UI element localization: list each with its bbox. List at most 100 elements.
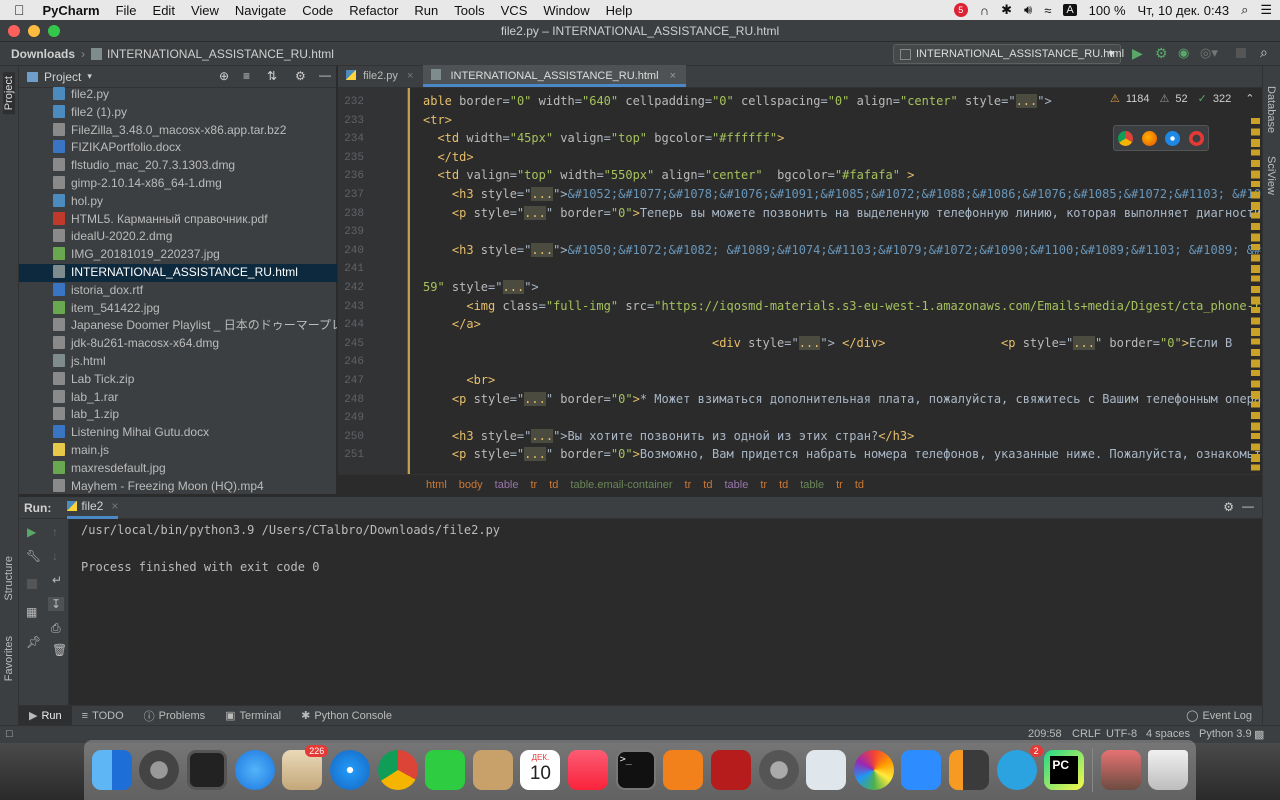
warning-marker[interactable] bbox=[1251, 149, 1260, 156]
print-icon[interactable]: ⎙ bbox=[51, 621, 61, 636]
coverage-icon[interactable]: ◉ bbox=[1178, 45, 1189, 61]
telegram-icon[interactable]: 2 bbox=[996, 745, 1043, 790]
menu-edit[interactable]: Edit bbox=[145, 3, 183, 18]
project-file-item[interactable]: main.js bbox=[19, 442, 337, 460]
profile-icon[interactable]: ◎▾ bbox=[1200, 45, 1218, 61]
tab-international-html[interactable]: INTERNATIONAL_ASSISTANCE_RU.html × bbox=[423, 65, 687, 87]
tab-file2-py[interactable]: file2.py × bbox=[338, 65, 423, 87]
menu-file[interactable]: File bbox=[108, 3, 145, 18]
spotlight-icon[interactable]: ⌕ bbox=[1241, 2, 1248, 18]
close-window-icon[interactable] bbox=[8, 25, 20, 37]
warning-marker[interactable] bbox=[1251, 370, 1260, 376]
menu-navigate[interactable]: Navigate bbox=[227, 3, 294, 18]
warning-marker[interactable] bbox=[1251, 464, 1260, 471]
project-file-item[interactable]: Listening Mihai Gutu.docx bbox=[19, 424, 337, 442]
project-file-item[interactable]: file2 (1).py bbox=[19, 104, 337, 122]
warning-marker[interactable] bbox=[1251, 412, 1260, 419]
run-config-select[interactable]: INTERNATIONAL_ASSISTANCE_RU.html ▾ bbox=[893, 44, 1124, 64]
menu-view[interactable]: View bbox=[183, 3, 227, 18]
warning-marker[interactable] bbox=[1251, 443, 1260, 451]
project-file-item[interactable]: FIZIKAPortfolio.docx bbox=[19, 139, 337, 157]
event-log-button[interactable]: ◯ Event Log bbox=[1186, 709, 1252, 723]
photos-icon[interactable] bbox=[853, 750, 894, 790]
safari-icon[interactable] bbox=[329, 750, 370, 790]
project-file-item[interactable]: file2.py bbox=[19, 86, 337, 104]
sublime-text-icon[interactable] bbox=[949, 750, 990, 790]
tool-tab-run[interactable]: ▶ Run bbox=[19, 705, 72, 726]
close-tab-icon[interactable]: × bbox=[407, 70, 413, 82]
breadcrumb-item[interactable]: html bbox=[426, 479, 447, 491]
project-file-item[interactable]: HTML5. Карманный справочник.pdf bbox=[19, 211, 337, 229]
downloads-stack-icon[interactable] bbox=[1100, 750, 1141, 790]
structure-tool-button[interactable]: Structure bbox=[3, 556, 15, 601]
warning-marker[interactable] bbox=[1251, 212, 1260, 219]
line-separator[interactable]: CRLF bbox=[1072, 728, 1101, 740]
python-interpreter[interactable]: Python 3.9 bbox=[1199, 728, 1252, 740]
settings-gear-icon[interactable]: ⚙ bbox=[295, 69, 306, 83]
zoom-icon[interactable] bbox=[901, 750, 942, 790]
close-tab-icon[interactable]: × bbox=[670, 70, 676, 82]
chevron-down-icon[interactable]: ▾ bbox=[87, 71, 92, 82]
settings-gear-icon[interactable]: ⚙ bbox=[1223, 500, 1234, 514]
warning-marker[interactable] bbox=[1251, 307, 1260, 313]
project-file-item[interactable]: lab_1.rar bbox=[19, 389, 337, 407]
breadcrumb-item[interactable]: tr bbox=[685, 479, 692, 491]
project-file-item[interactable]: idealU-2020.2.dmg bbox=[19, 228, 337, 246]
clock[interactable]: Чт, 10 дек. 0:43 bbox=[1138, 3, 1230, 18]
tool-tab-terminal[interactable]: ▣ Terminal bbox=[215, 706, 291, 726]
close-tab-icon[interactable]: × bbox=[111, 499, 118, 513]
warning-marker[interactable] bbox=[1251, 401, 1260, 408]
music-icon[interactable] bbox=[568, 750, 609, 790]
menu-code[interactable]: Code bbox=[294, 3, 341, 18]
breadcrumb-item[interactable]: td bbox=[855, 479, 864, 491]
tool-tab-todo[interactable]: ≡ TODO bbox=[72, 706, 134, 726]
calendar-icon[interactable]: ДЕК. 10 bbox=[520, 750, 561, 790]
trash-icon[interactable]: 🗑︎ bbox=[52, 643, 67, 657]
run-icon[interactable]: ▶ bbox=[1132, 45, 1143, 62]
warning-marker[interactable] bbox=[1251, 454, 1260, 462]
inspection-widget[interactable]: ⚠ 1184 ⚠ 52 ✓ 322 ⌃ ⌄ bbox=[1110, 92, 1276, 106]
notification-badge-icon[interactable]: 5 bbox=[953, 3, 968, 17]
lock-icon[interactable]: ▩ bbox=[1254, 728, 1264, 741]
indent-setting[interactable]: 4 spaces bbox=[1146, 728, 1190, 740]
warning-marker[interactable] bbox=[1251, 233, 1260, 242]
terminal-icon[interactable]: >_ bbox=[615, 750, 656, 790]
collapse-all-icon[interactable]: ⇅ bbox=[267, 69, 277, 83]
finder-icon[interactable] bbox=[91, 750, 132, 790]
project-file-item[interactable]: Mayhem - Freezing Moon (HQ).mp4 bbox=[19, 478, 337, 496]
expand-all-icon[interactable]: ≡ bbox=[243, 69, 250, 83]
wifi-icon[interactable]: ≈ bbox=[1044, 3, 1051, 18]
project-file-item[interactable]: INTERNATIONAL_ASSISTANCE_RU.html bbox=[19, 263, 337, 282]
warning-marker[interactable] bbox=[1251, 128, 1260, 136]
caret-position[interactable]: 209:58 bbox=[1028, 728, 1062, 740]
pycharm-icon[interactable]: PC bbox=[1044, 750, 1085, 790]
nav-crumb-downloads[interactable]: Downloads bbox=[0, 47, 75, 61]
volume-icon[interactable]: 🔊︎ bbox=[1024, 2, 1032, 18]
warning-marker[interactable] bbox=[1251, 317, 1260, 325]
locate-icon[interactable]: ⊕ bbox=[219, 69, 229, 83]
mail-icon[interactable]: 226 bbox=[282, 745, 329, 790]
books-icon[interactable] bbox=[663, 750, 704, 790]
project-file-item[interactable]: jdk-8u261-macosx-x64.dmg bbox=[19, 335, 337, 353]
rerun-icon[interactable]: ▶ bbox=[27, 525, 36, 539]
warning-marker[interactable] bbox=[1251, 139, 1260, 147]
photo-booth-icon[interactable] bbox=[710, 750, 751, 790]
warning-marker[interactable] bbox=[1251, 359, 1260, 368]
safari-icon[interactable] bbox=[1165, 130, 1181, 146]
apple-menu-icon[interactable]:  bbox=[0, 2, 35, 18]
panel-toggle-icon[interactable]: □ bbox=[6, 728, 13, 740]
breadcrumb-item[interactable]: tr bbox=[531, 479, 538, 491]
sciview-tool-button[interactable]: SciView bbox=[1265, 156, 1277, 195]
menu-app-name[interactable]: PyCharm bbox=[35, 3, 108, 18]
breadcrumb-item[interactable]: table bbox=[800, 479, 824, 491]
project-file-item[interactable]: maxresdefault.jpg bbox=[19, 460, 337, 478]
breadcrumb-item[interactable]: table bbox=[495, 479, 519, 491]
menu-vcs[interactable]: VCS bbox=[493, 3, 536, 18]
system-preferences-icon[interactable] bbox=[758, 750, 799, 790]
project-file-item[interactable]: item_541422.jpg bbox=[19, 300, 337, 318]
database-tool-button[interactable]: Database bbox=[1265, 86, 1277, 133]
error-stripe[interactable] bbox=[1249, 114, 1261, 474]
project-file-item[interactable]: FileZilla_3.48.0_macosx-x86.app.tar.bz2 bbox=[19, 122, 337, 140]
bluetooth-icon[interactable]: ✱ bbox=[1001, 2, 1012, 18]
warning-marker[interactable] bbox=[1251, 391, 1260, 399]
